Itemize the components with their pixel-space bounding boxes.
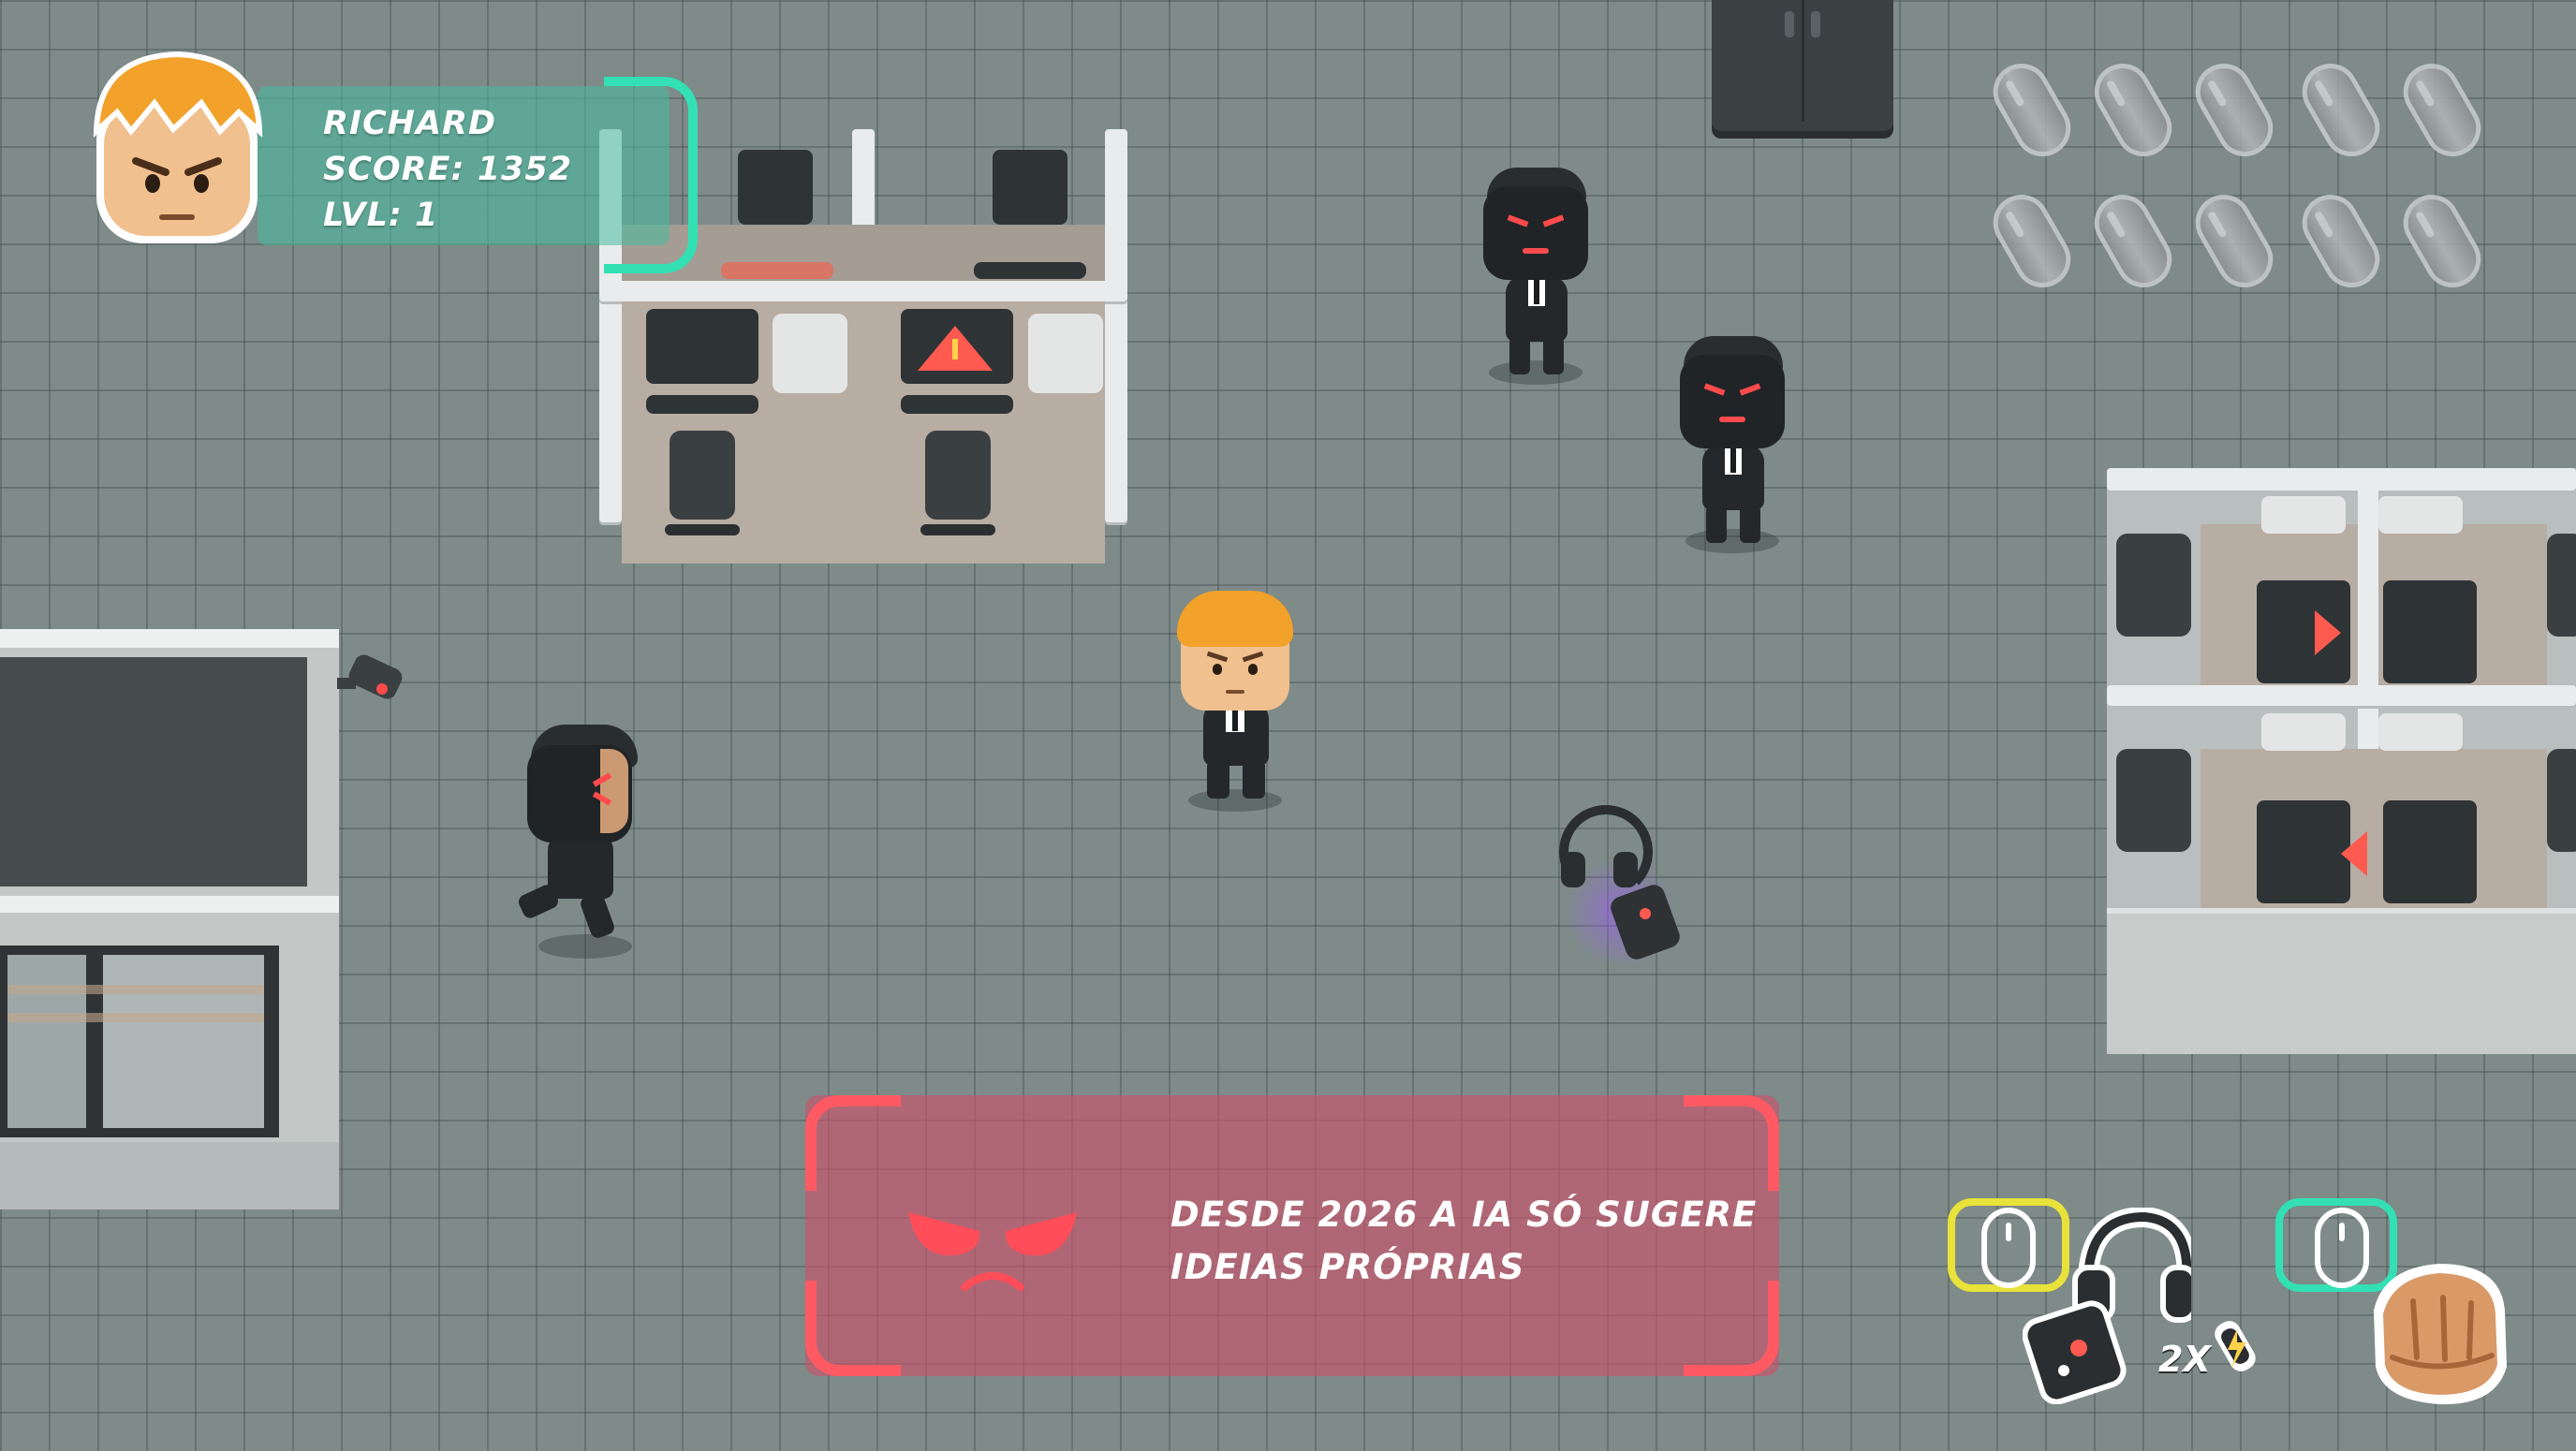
security-camera: [337, 652, 405, 711]
angry-face-icon: [899, 1194, 1086, 1297]
battery-icon: [2185, 53, 2284, 167]
player-level: LVL: 1: [323, 197, 439, 234]
battery-icon: [1982, 184, 2082, 298]
cabinet: [1712, 0, 1893, 131]
battery-icon: [2392, 184, 2492, 298]
fist-icon: [2355, 1245, 2524, 1414]
battery-icon: [2392, 53, 2492, 167]
headphones-pickup[interactable]: [1550, 805, 1700, 964]
enemy-agent: [1667, 332, 1798, 557]
dialog-bracket: [1684, 1281, 1779, 1376]
battery-icon: [2185, 184, 2284, 298]
multiplier-label: 2X: [2158, 1339, 2211, 1380]
battery-icon: [2083, 53, 2183, 167]
battery-icon: [1982, 53, 2082, 167]
dialog-line: DESDE 2026 A IA SÓ SUGERE: [1170, 1195, 1758, 1235]
battery-icon: [2083, 184, 2183, 298]
dialog-bracket: [1684, 1095, 1779, 1191]
player-stats: RICHARD SCORE: 1352 LVL: 1: [323, 101, 572, 239]
cubicle-cluster-right: [2107, 468, 2576, 1054]
player-card: RICHARD SCORE: 1352 LVL: 1: [80, 47, 726, 273]
controls-panel: 2X: [1938, 1189, 2538, 1423]
battery-ammo-grid: [1982, 53, 2510, 304]
dialog-bracket: [805, 1095, 901, 1191]
enemy-agent: [1470, 164, 1601, 388]
battery-icon: [2291, 184, 2391, 298]
battery-bolt-icon: [2215, 1311, 2261, 1385]
dialog-bracket: [805, 1281, 901, 1376]
player-name: RICHARD: [323, 105, 497, 142]
enemy-agent: [510, 721, 660, 964]
dialog-line: IDEIAS PRÓPRIAS: [1170, 1247, 1525, 1287]
player-panel-bracket: [604, 77, 698, 273]
player-avatar-icon: [80, 47, 276, 253]
dialog-box: DESDE 2026 A IA SÓ SUGERE IDEIAS PRÓPRIA…: [805, 1095, 1779, 1376]
dialog-message: DESDE 2026 A IA SÓ SUGERE IDEIAS PRÓPRIA…: [1170, 1189, 1757, 1294]
side-room: [0, 629, 339, 1209]
player-score: SCORE: 1352: [323, 151, 573, 188]
player-character: [1166, 585, 1306, 812]
battery-icon: [2291, 53, 2391, 167]
